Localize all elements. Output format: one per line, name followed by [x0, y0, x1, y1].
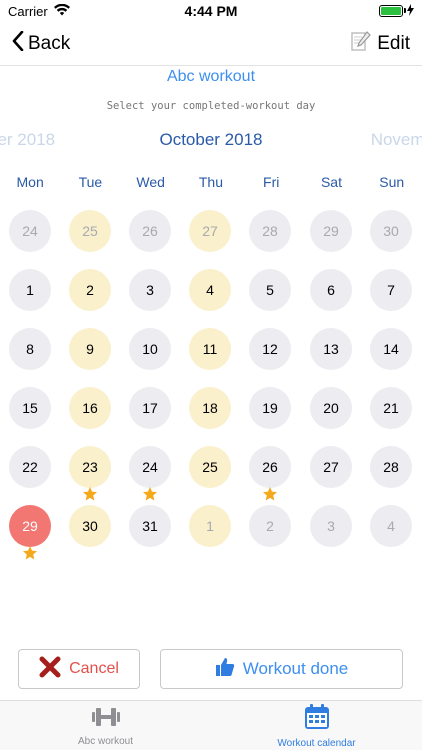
dumbbell-icon [90, 705, 122, 734]
calendar-day[interactable]: 22 [9, 446, 51, 488]
calendar-day[interactable]: 29 [310, 210, 352, 252]
edit-button[interactable]: Edit [351, 30, 410, 58]
tab-label: Abc workout [77, 735, 134, 747]
calendar-day[interactable]: 11 [189, 328, 231, 370]
calendar-day[interactable]: 28 [249, 210, 291, 252]
calendar-day[interactable]: 24 [9, 210, 51, 252]
chevron-left-icon [12, 30, 24, 57]
calendar-day[interactable]: 30 [69, 505, 111, 547]
weekday-label: Tue [78, 174, 103, 190]
calendar-day[interactable]: 26 [249, 446, 291, 488]
calendar-day[interactable]: 27 [310, 446, 352, 488]
tab-workout-calendar[interactable]: Workout calendar [211, 701, 422, 750]
status-bar: Carrier 4:44 PM [0, 0, 422, 22]
weekday-label: Sun [379, 174, 405, 190]
edit-icon [351, 30, 372, 58]
tab-label: Workout calendar [277, 737, 356, 749]
calendar-day[interactable]: 24 [129, 446, 171, 488]
cancel-button[interactable]: Cancel [18, 649, 140, 689]
tab-bar: Abc workout Workout calendar [0, 700, 422, 750]
status-time: 4:44 PM [184, 3, 238, 19]
calendar-day[interactable]: 9 [69, 328, 111, 370]
calendar-day[interactable]: 12 [249, 328, 291, 370]
calendar-day[interactable]: 29 [9, 505, 51, 547]
calendar-day[interactable]: 8 [9, 328, 51, 370]
calendar-day[interactable]: 2 [249, 505, 291, 547]
star-icon [22, 545, 38, 561]
calendar-day[interactable]: 3 [129, 269, 171, 311]
calendar-day[interactable]: 27 [189, 210, 231, 252]
calendar-day[interactable]: 4 [370, 505, 412, 547]
calendar-day[interactable]: 5 [249, 269, 291, 311]
calendar-day[interactable]: 2 [69, 269, 111, 311]
edit-label: Edit [377, 32, 410, 54]
calendar-day[interactable]: 13 [310, 328, 352, 370]
month-selector: ber 2018 October 2018 Novemb [0, 128, 422, 154]
calendar-day[interactable]: 3 [310, 505, 352, 547]
tab-abc-workout[interactable]: Abc workout [0, 701, 211, 750]
weekday-label: Mon [16, 174, 44, 190]
calendar-day[interactable]: 28 [370, 446, 412, 488]
calendar-day[interactable]: 7 [370, 269, 412, 311]
calendar-day[interactable]: 1 [9, 269, 51, 311]
calendar-day[interactable]: 19 [249, 387, 291, 429]
calendar-day[interactable]: 1 [189, 505, 231, 547]
calendar-day[interactable]: 20 [310, 387, 352, 429]
back-label: Back [28, 32, 71, 54]
calendar-day[interactable]: 4 [189, 269, 231, 311]
workout-done-label: Workout done [242, 659, 349, 678]
star-icon [82, 486, 98, 502]
calendar-day[interactable]: 14 [370, 328, 412, 370]
close-icon [39, 656, 61, 683]
calendar-day[interactable]: 26 [129, 210, 171, 252]
calendar-icon [303, 703, 331, 736]
workout-done-button[interactable]: Workout done [160, 649, 403, 689]
cancel-label: Cancel [69, 660, 119, 677]
calendar-day[interactable]: 10 [129, 328, 171, 370]
calendar-day[interactable]: 16 [69, 387, 111, 429]
calendar-day[interactable]: 23 [69, 446, 111, 488]
thumbs-up-icon [215, 657, 235, 682]
calendar-day[interactable]: 15 [9, 387, 51, 429]
next-month[interactable]: Novemb [371, 130, 422, 150]
calendar-day[interactable]: 31 [129, 505, 171, 547]
star-icon [142, 486, 158, 502]
calendar-day[interactable]: 6 [310, 269, 352, 311]
weekday-header: Mon Tue Wed Thu Fri Sat Sun [0, 174, 422, 190]
calendar-day[interactable]: 17 [129, 387, 171, 429]
star-icon [262, 486, 278, 502]
weekday-label: Sat [320, 174, 342, 190]
calendar-day[interactable]: 18 [189, 387, 231, 429]
calendar-day[interactable]: 25 [189, 446, 231, 488]
current-month: October 2018 [159, 130, 263, 149]
calendar-day[interactable]: 30 [370, 210, 412, 252]
weekday-label: Wed [136, 174, 165, 190]
instruction-text: Select your completed-workout day [106, 100, 316, 112]
calendar-day[interactable]: 21 [370, 387, 412, 429]
battery-icon [379, 5, 406, 17]
weekday-label: Thu [198, 174, 223, 190]
navigation-bar: Back Edit [0, 22, 422, 66]
workout-title: Abc workout [166, 68, 256, 85]
weekday-label: Fri [263, 174, 280, 190]
back-button[interactable]: Back [12, 30, 71, 57]
calendar-day[interactable]: 25 [69, 210, 111, 252]
